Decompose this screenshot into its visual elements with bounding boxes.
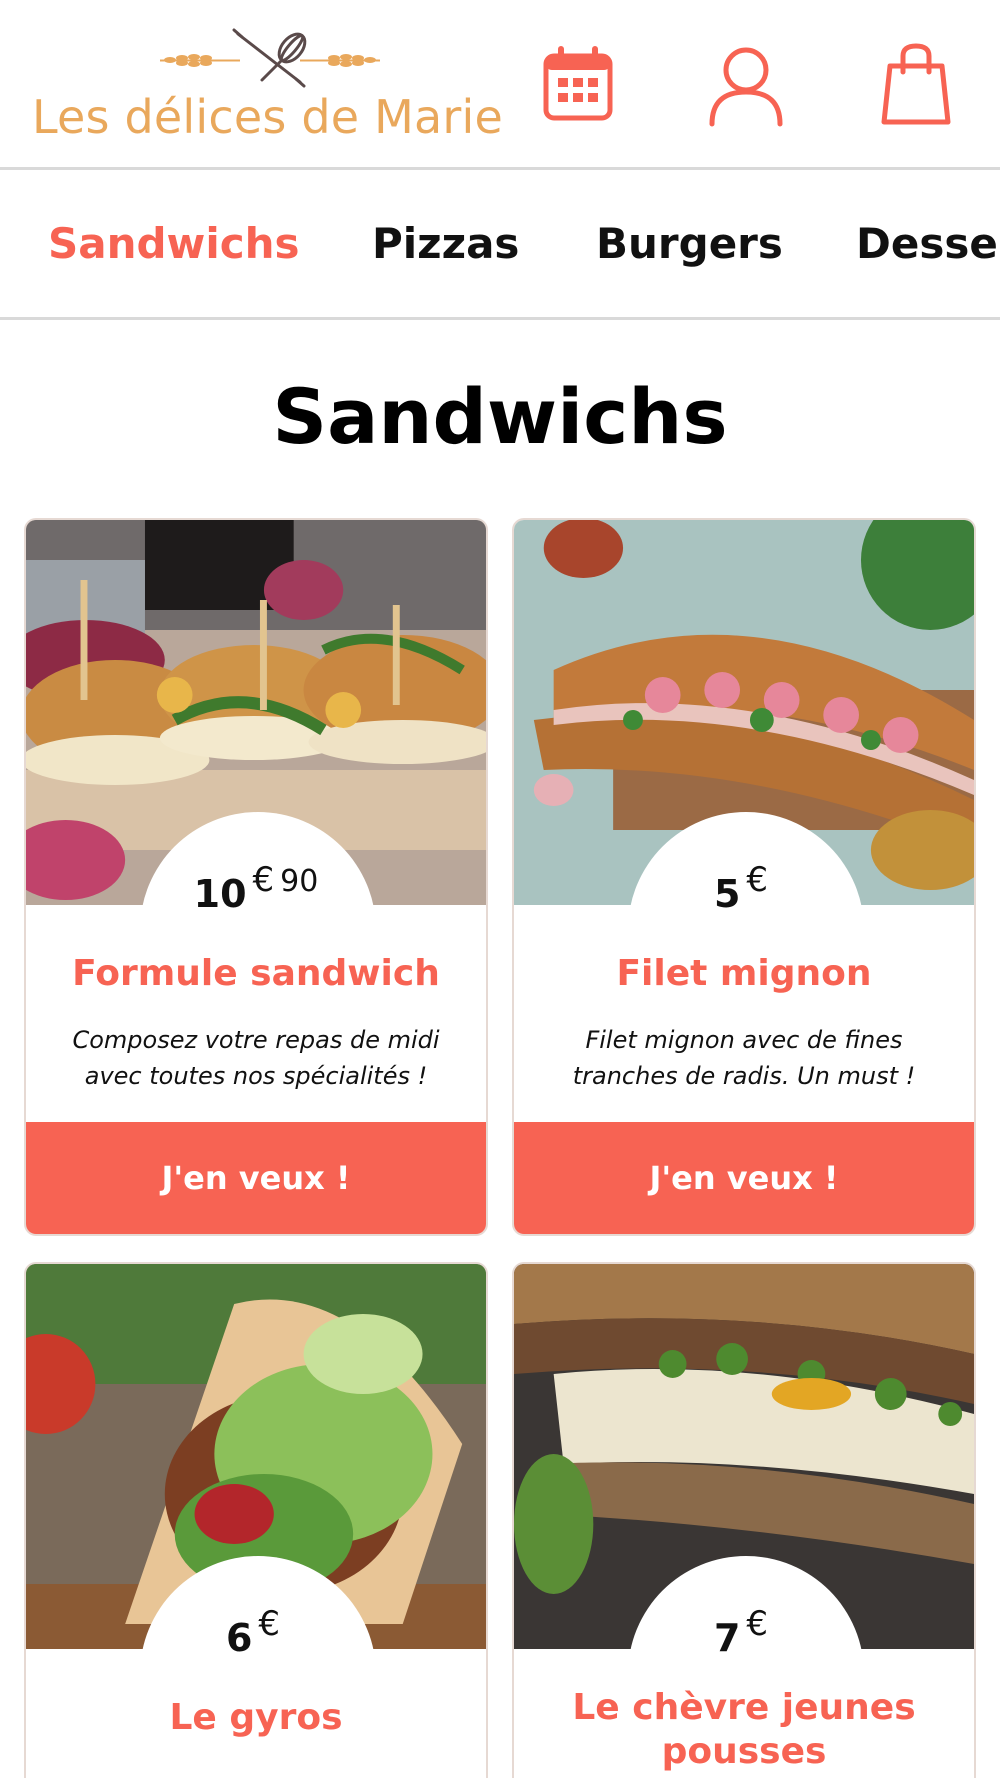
product-description: Composez votre repas de midi avec toutes… — [72, 1026, 440, 1090]
price-currency: € — [258, 1604, 281, 1644]
product-name: Formule sandwich — [72, 953, 440, 994]
product-card: 6 € Le gyros — [24, 1262, 488, 1778]
bakery-emblem-icon — [160, 28, 380, 88]
price-badge — [140, 812, 376, 1048]
shopping-bag-icon[interactable] — [876, 42, 956, 128]
brand-logo[interactable]: Les délices de Marie — [32, 28, 503, 148]
price-currency: € — [746, 1604, 769, 1644]
product-price: 7 € — [514, 1604, 974, 1660]
order-button[interactable]: J'en veux ! — [26, 1122, 486, 1234]
price-integer: 7 — [713, 1616, 741, 1660]
order-button[interactable]: J'en veux ! — [514, 1122, 974, 1234]
calendar-icon[interactable] — [538, 42, 618, 128]
tab-desserts[interactable]: Desser — [856, 219, 1000, 268]
tab-sandwichs[interactable]: Sandwichs — [48, 219, 300, 268]
product-name: Le chèvre jeunes pousses — [572, 1687, 916, 1772]
tab-pizzas[interactable]: Pizzas — [372, 219, 519, 268]
product-name: Filet mignon — [616, 953, 872, 994]
app-header: Les délices de Marie — [0, 0, 1000, 170]
price-currency: € — [746, 860, 769, 900]
price-decimal: 90 — [280, 864, 319, 899]
user-icon[interactable] — [706, 42, 786, 128]
product-price: 5 € — [514, 860, 974, 916]
category-nav: Sandwichs Pizzas Burgers Desser — [0, 173, 1000, 320]
product-price: 6 € — [26, 1604, 486, 1660]
product-name: Le gyros — [169, 1697, 343, 1738]
section-title: Sandwichs — [272, 372, 728, 461]
product-card: 5 € Filet mignon Filet mignon avec de fin… — [512, 518, 976, 1236]
brand-name: Les délices de Marie — [32, 90, 503, 144]
product-card: 7 € Le chèvre jeunes pousses — [512, 1262, 976, 1778]
price-badge — [140, 1556, 376, 1778]
tab-burgers[interactable]: Burgers — [596, 219, 783, 268]
price-integer: 5 — [713, 872, 741, 916]
price-integer: 10 — [193, 872, 247, 916]
product-card: 10 €90 Formule sandwich Composez votre re… — [24, 518, 488, 1236]
price-badge — [628, 812, 864, 1048]
product-price: 10 €90 — [26, 860, 486, 916]
product-description: Filet mignon avec de fines tranches de r… — [572, 1026, 916, 1090]
price-integer: 6 — [225, 1616, 253, 1660]
price-currency: € — [252, 860, 275, 900]
